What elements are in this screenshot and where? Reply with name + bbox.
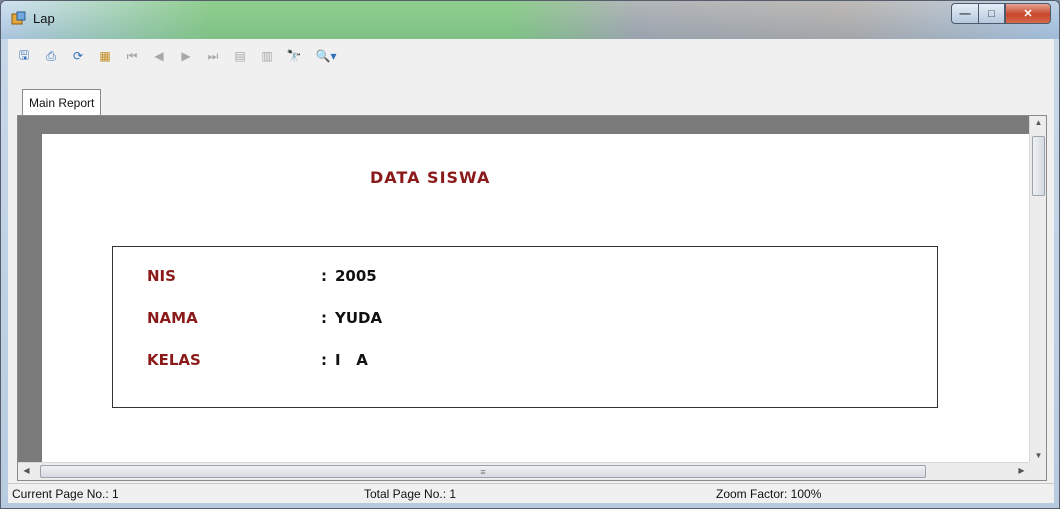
status-bar: Current Page No.: 1 Total Page No.: 1 Zo… — [8, 483, 1054, 503]
field-colon: : — [321, 351, 327, 369]
current-page-status: Current Page No.: 1 — [12, 487, 119, 501]
field-row-nis: NIS : 2005 — [113, 267, 937, 291]
field-value: I A — [335, 351, 368, 369]
group-tree-icon[interactable]: ▦ — [93, 45, 117, 67]
field-row-nama: NAMA : YUDA — [113, 309, 937, 333]
goto-page-icon[interactable]: ▤ — [228, 45, 252, 67]
vertical-scroll-thumb[interactable] — [1032, 136, 1045, 196]
zoom-factor-status: Zoom Factor: 100% — [716, 487, 822, 501]
field-value: YUDA — [335, 309, 383, 327]
window-title: Lap — [33, 11, 55, 26]
next-page-icon[interactable]: ▶ — [174, 45, 198, 67]
tab-main-report[interactable]: Main Report — [22, 89, 102, 115]
field-row-kelas: KELAS : I A — [113, 351, 937, 375]
total-page-status: Total Page No.: 1 — [364, 487, 457, 501]
scroll-grip-icon: ≡ — [480, 467, 486, 477]
field-colon: : — [321, 309, 327, 327]
scroll-corner — [1029, 462, 1046, 480]
close-button[interactable]: ✕ — [1005, 3, 1051, 24]
student-data-box: NIS : 2005 NAMA : YUDA KELAS : I A — [112, 246, 938, 408]
field-label: KELAS — [147, 351, 201, 369]
horizontal-scrollbar[interactable]: ◀ ≡ ▶ — [18, 462, 1030, 480]
field-value: 2005 — [335, 267, 377, 285]
minimize-button[interactable]: — — [951, 3, 978, 24]
zoom-icon[interactable]: 🔍▾ — [309, 45, 343, 67]
report-page: DATA SISWA NIS : 2005 NAMA : YUDA KELAS … — [42, 134, 1030, 462]
client-area: 🖫 ⎙ ⟳ ▦ ⏮ ◀ ▶ ⏭ ▤ ▥ 🔭 🔍▾ Main Report DAT… — [8, 39, 1054, 503]
find-icon[interactable]: 🔭 — [282, 45, 306, 67]
vertical-scrollbar[interactable]: ▲ ▼ — [1029, 116, 1046, 462]
close-view-icon[interactable]: ▥ — [255, 45, 279, 67]
print-icon[interactable]: ⎙ — [39, 45, 63, 67]
field-label: NIS — [147, 267, 176, 285]
app-icon — [11, 11, 26, 25]
previous-page-icon[interactable]: ◀ — [147, 45, 171, 67]
refresh-icon[interactable]: ⟳ — [66, 45, 90, 67]
last-page-icon[interactable]: ⏭ — [201, 45, 225, 67]
field-label: NAMA — [147, 309, 198, 327]
report-toolbar: 🖫 ⎙ ⟳ ▦ ⏮ ◀ ▶ ⏭ ▤ ▥ 🔭 🔍▾ — [12, 44, 343, 68]
maximize-button[interactable]: □ — [978, 3, 1005, 24]
export-icon[interactable]: 🖫 — [12, 45, 36, 67]
report-viewer: DATA SISWA NIS : 2005 NAMA : YUDA KELAS … — [17, 115, 1047, 481]
report-title: DATA SISWA — [370, 168, 491, 187]
horizontal-scroll-thumb[interactable]: ≡ — [40, 465, 926, 478]
report-window: Lap — □ ✕ 🖫 ⎙ ⟳ ▦ ⏮ ◀ ▶ ⏭ ▤ ▥ 🔭 🔍▾ Main … — [0, 0, 1060, 509]
scroll-up-icon[interactable]: ▲ — [1030, 118, 1047, 127]
field-colon: : — [321, 267, 327, 285]
report-viewport[interactable]: DATA SISWA NIS : 2005 NAMA : YUDA KELAS … — [18, 116, 1030, 462]
scroll-down-icon[interactable]: ▼ — [1030, 451, 1047, 460]
scroll-right-icon[interactable]: ▶ — [1013, 466, 1030, 475]
caption-buttons: — □ ✕ — [951, 3, 1051, 24]
title-bar[interactable]: Lap — □ ✕ — [1, 1, 1059, 39]
first-page-icon[interactable]: ⏮ — [120, 45, 144, 67]
scroll-left-icon[interactable]: ◀ — [18, 466, 35, 475]
